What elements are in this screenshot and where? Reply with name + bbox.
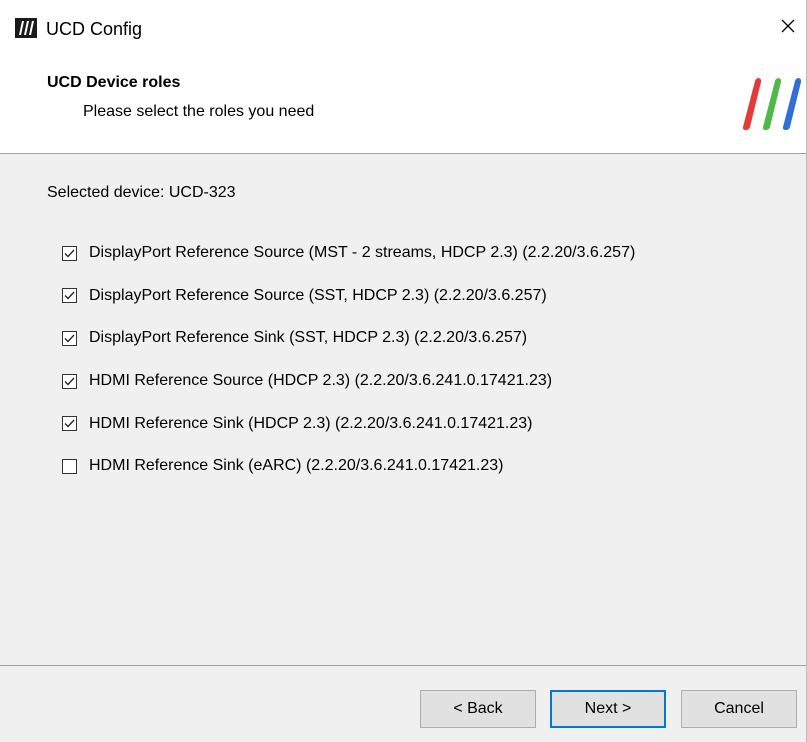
page-subtitle: Please select the roles you need [83,103,315,120]
role-checkbox[interactable] [62,458,77,474]
dialog-window: UCD Config UCD Device roles Please selec… [0,0,807,742]
checkmark-icon [64,291,75,300]
next-button[interactable]: Next > [550,690,666,728]
close-button[interactable] [770,10,806,46]
role-item[interactable]: DisplayPort Reference Sink (SST, HDCP 2.… [62,317,635,360]
role-label: DisplayPort Reference Sink (SST, HDCP 2.… [89,329,528,347]
role-item[interactable]: DisplayPort Reference Source (SST, HDCP … [62,275,635,318]
role-checkbox[interactable] [62,373,77,389]
role-item[interactable]: HDMI Reference Sink (HDCP 2.3) (2.2.20/3… [62,402,635,445]
checkmark-icon [64,377,75,386]
title-bar: UCD Config [0,0,806,62]
checkmark-icon [64,334,75,343]
app-logo-icon [15,18,37,38]
role-checkbox[interactable] [62,416,77,432]
role-label: DisplayPort Reference Source (MST - 2 st… [89,244,636,262]
role-label: DisplayPort Reference Source (SST, HDCP … [89,286,547,304]
checkmark-icon [64,249,75,258]
cancel-button[interactable]: Cancel [681,690,797,728]
roles-list: DisplayPort Reference Source (MST - 2 st… [62,232,635,488]
role-item[interactable]: DisplayPort Reference Source (MST - 2 st… [62,232,635,275]
footer-divider [0,665,806,666]
close-icon [781,19,795,38]
selected-device-label: Selected device: UCD-323 [47,184,236,201]
back-button[interactable]: < Back [420,690,536,728]
role-checkbox[interactable] [62,330,77,346]
role-checkbox[interactable] [62,245,77,261]
page-title: UCD Device roles [47,74,181,91]
window-title: UCD Config [46,19,143,39]
checkmark-icon [64,419,75,428]
brand-logo-icon [733,75,803,131]
role-item[interactable]: HDMI Reference Source (HDCP 2.3) (2.2.20… [62,360,635,403]
wizard-header: UCD Device roles Please select the roles… [0,62,806,154]
role-label: HDMI Reference Sink (HDCP 2.3) (2.2.20/3… [89,414,533,432]
role-item[interactable]: HDMI Reference Sink (eARC) (2.2.20/3.6.2… [62,445,635,488]
role-label: HDMI Reference Sink (eARC) (2.2.20/3.6.2… [89,457,504,475]
role-checkbox[interactable] [62,288,77,304]
role-label: HDMI Reference Source (HDCP 2.3) (2.2.20… [89,372,553,390]
